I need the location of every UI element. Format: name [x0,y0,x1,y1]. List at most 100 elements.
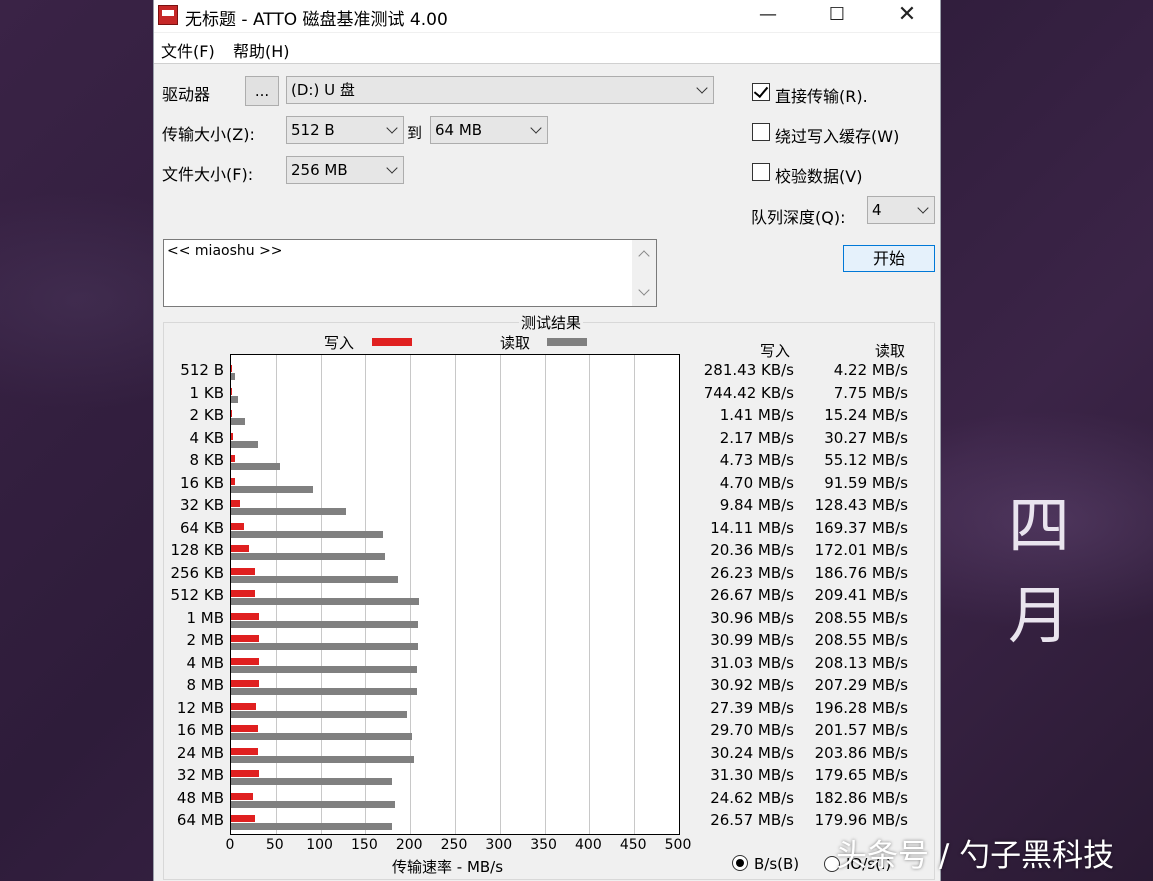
write-value: 281.43 KB/s [703,361,794,379]
scroll-down-icon[interactable] [638,284,650,296]
grid-line [634,355,636,834]
queue-depth-select[interactable]: 4 [867,196,935,224]
transfer-to-value: 64 MB [435,121,483,139]
menu-bar: 文件(F) 帮助(H) [154,33,940,64]
read-value: 186.76 MB/s [814,563,908,582]
verify-data-label[interactable]: 校验数据(V) [775,163,862,187]
drive-select[interactable]: (D:) U 盘 [286,76,714,104]
write-value: 1.41 MB/s [719,406,794,424]
read-value: 203.86 MB/s [814,743,908,762]
x-tick-label: 50 [265,837,284,853]
write-bar [231,612,259,620]
write-value: 20.36 MB/s [710,541,794,559]
read-value: 201.57 MB/s [814,721,908,739]
description-text: << miaoshu >> [167,243,283,259]
write-value: 26.57 MB/s [710,811,794,829]
read-bar [231,620,418,628]
transfer-size-from-select[interactable]: 512 B [286,116,404,144]
x-tick-label: 100 [306,837,333,853]
read-value: 208.55 MB/s [814,631,908,649]
write-bar [231,702,256,710]
x-tick-label: 250 [440,837,468,853]
menu-file[interactable]: 文件(F) [161,38,215,62]
category-label: 32 MB [176,766,224,784]
description-textarea[interactable]: << miaoshu >> [163,239,657,307]
chevron-down-icon [386,162,398,174]
write-value: 4.73 MB/s [719,451,794,469]
direct-io-checkbox[interactable] [752,82,770,101]
desktop-wallpaper-text: 四 月 [1008,489,1085,652]
write-bar [231,792,254,800]
legend-write-swatch [372,338,412,346]
write-bar [231,522,244,530]
read-bar [231,485,314,493]
write-bar [231,815,255,822]
read-bar [231,373,235,380]
bs-unit-label[interactable]: B/s(B) [754,855,799,873]
results-panel: 测试结果 写入 读取 512 B 1 KB 2 KB 4 KB 8 KB 16 KB 32 … [163,312,935,880]
write-value: 14.11 MB/s [710,518,794,537]
read-value: 179.65 MB/s [814,766,908,784]
read-bar [231,463,281,470]
minimize-button[interactable]: — [745,0,791,32]
menu-help[interactable]: 帮助(H) [233,38,290,62]
write-value: 26.67 MB/s [710,586,794,604]
write-bar [231,477,236,485]
read-bar [231,575,399,583]
maximize-button[interactable]: ☐ [814,0,860,32]
write-bar [231,725,258,732]
grid-line [589,355,591,834]
x-tick-label: 0 [225,837,235,853]
category-label: 1 MB [186,608,224,627]
category-label: 1 KB [189,383,224,402]
write-bar [231,590,255,597]
read-value: 4.22 MB/s [833,361,908,379]
chevron-down-icon [917,202,929,214]
read-bar [231,643,418,650]
read-bar [231,688,417,695]
read-bar [231,598,419,605]
description-scrollbar[interactable] [632,240,656,306]
transfer-size-to-select[interactable]: 64 MB [430,116,548,144]
scroll-up-icon[interactable] [638,250,650,262]
read-bar [231,440,259,448]
write-bar [231,567,255,575]
verify-data-checkbox[interactable] [752,163,770,181]
x-tick-label: 300 [485,837,513,853]
category-label: 32 KB [180,496,224,514]
read-value: 182.86 MB/s [814,788,908,807]
write-bar [231,432,233,440]
bs-unit-radio[interactable] [732,855,748,871]
read-value: 208.55 MB/s [814,608,908,627]
chevron-down-icon [696,82,708,94]
read-value: 55.12 MB/s [824,451,908,469]
close-button[interactable]: ✕ [884,0,930,32]
read-bar [231,778,392,785]
category-label: 2 MB [186,631,224,649]
write-bar [231,680,259,687]
write-bar [231,387,232,395]
bypass-cache-checkbox[interactable] [752,123,770,141]
drive-browse-button[interactable]: ... [245,76,279,106]
check-icon [753,82,769,99]
read-value: 91.59 MB/s [824,473,908,492]
read-value: 7.75 MB/s [833,383,908,402]
read-value: 208.13 MB/s [814,653,908,672]
write-value: 4.70 MB/s [719,473,794,492]
write-column-header: 写入 [760,342,791,360]
direct-io-label[interactable]: 直接传输(R). [775,83,868,107]
grid-line [455,355,456,834]
read-bar [231,395,238,403]
chevron-down-icon [386,122,398,134]
read-bar [231,553,386,560]
title-bar[interactable]: 无标题 - ATTO 磁盘基准测试 4.00 — ☐ ✕ [154,0,940,32]
x-tick-label: 350 [530,837,557,853]
read-bar [231,755,414,763]
x-tick-label: 150 [351,837,378,853]
bypass-cache-label[interactable]: 绕过写入缓存(W) [775,123,899,147]
write-value: 24.62 MB/s [710,788,794,807]
start-button[interactable]: 开始 [843,245,935,272]
app-icon [158,5,178,25]
category-label: 2 KB [189,406,224,424]
file-size-select[interactable]: 256 MB [286,156,404,184]
